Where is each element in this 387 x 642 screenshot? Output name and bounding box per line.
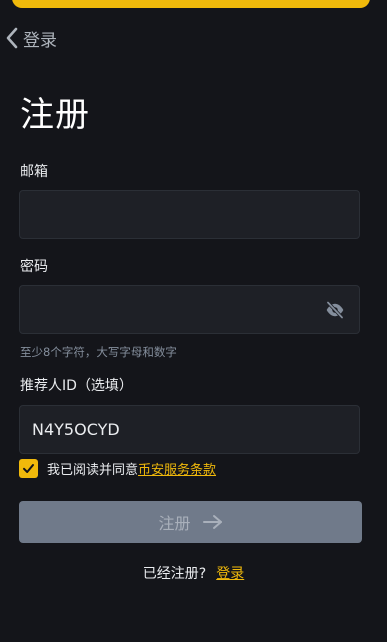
eye-off-icon[interactable]: [323, 298, 347, 322]
top-banner: [12, 0, 370, 8]
agreement-checkbox[interactable]: [19, 459, 38, 478]
password-label: 密码: [20, 259, 48, 275]
agreement-row: 我已阅读并同意 币安服务条款: [19, 459, 216, 478]
referral-id-field[interactable]: [32, 406, 347, 453]
login-link[interactable]: 登录: [216, 566, 244, 582]
referral-label: 推荐人ID（选填）: [20, 378, 133, 394]
agreement-text: 我已阅读并同意: [47, 463, 139, 478]
chevron-left-icon: [4, 26, 20, 50]
referral-field-container: [19, 405, 360, 454]
check-icon: [23, 464, 34, 473]
login-prompt: 已经注册? 登录: [0, 563, 387, 583]
page-title: 注册: [20, 95, 90, 135]
password-field-container: [19, 285, 360, 334]
register-button-label: 注册: [158, 514, 191, 533]
email-field-container: [19, 190, 360, 239]
terms-of-service-link[interactable]: 币安服务条款: [138, 459, 216, 478]
password-field[interactable]: [32, 286, 323, 333]
back-button-label: 登录: [23, 30, 57, 51]
register-button[interactable]: 注册: [19, 501, 362, 543]
email-label: 邮箱: [20, 164, 48, 180]
password-hint: 至少8个字符，大写字母和数字: [20, 345, 177, 359]
email-field[interactable]: [32, 191, 347, 238]
back-button[interactable]: 登录: [4, 26, 57, 51]
login-prompt-text: 已经注册?: [142, 566, 207, 582]
arrow-right-icon: [202, 514, 223, 530]
